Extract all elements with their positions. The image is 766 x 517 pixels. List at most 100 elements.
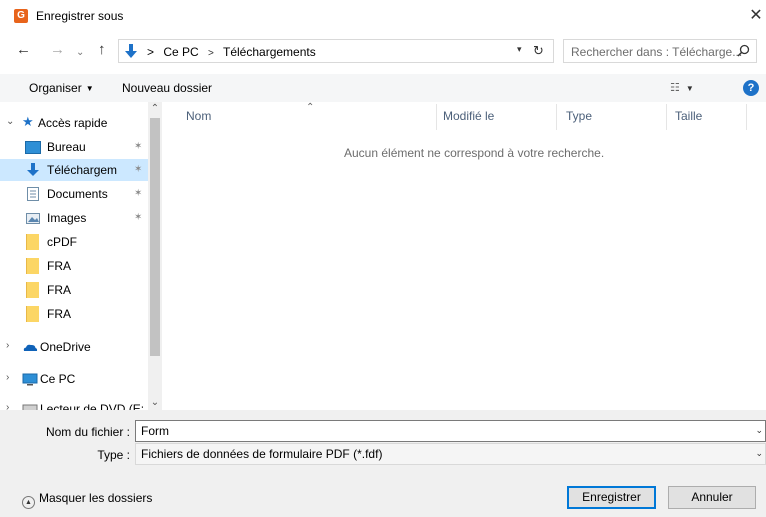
star-icon: ★ bbox=[22, 114, 34, 129]
dvd-drive-icon bbox=[22, 404, 38, 410]
download-icon bbox=[27, 163, 39, 176]
column-header-type[interactable]: Type bbox=[566, 109, 592, 123]
breadcrumb-separator[interactable]: > bbox=[147, 45, 154, 59]
computer-icon bbox=[22, 373, 38, 386]
close-button[interactable]: ✕ bbox=[746, 6, 766, 26]
search-input[interactable]: Rechercher dans : Télécharge... bbox=[563, 39, 757, 63]
pin-icon: ✶ bbox=[134, 188, 143, 199]
hide-folders-label: Masquer les dossiers bbox=[39, 491, 153, 505]
column-divider[interactable] bbox=[556, 104, 557, 130]
expand-icon[interactable]: › bbox=[6, 340, 9, 351]
download-icon bbox=[125, 44, 137, 58]
collapse-icon: ▲ bbox=[22, 496, 35, 509]
command-bar: Organiser ▼ Nouveau dossier ☷ ▼ ? bbox=[0, 74, 766, 102]
new-folder-button[interactable]: Nouveau dossier bbox=[122, 81, 212, 95]
save-fields: Nom du fichier : Form ⌄ Type : Fichiers … bbox=[0, 410, 766, 470]
pin-icon: ✶ bbox=[134, 141, 143, 152]
save-button[interactable]: Enregistrer bbox=[567, 486, 656, 509]
expand-icon[interactable]: ⌄ bbox=[6, 116, 14, 127]
type-label: Type : bbox=[97, 448, 130, 462]
sidebar-item-cpdf[interactable]: cPDF bbox=[0, 231, 148, 253]
sidebar-item-this-pc[interactable]: › Ce PC bbox=[0, 368, 148, 390]
column-divider[interactable] bbox=[666, 104, 667, 130]
sidebar-item-fra[interactable]: FRA bbox=[0, 255, 148, 277]
sidebar-item-label: Documents bbox=[47, 187, 108, 201]
sidebar-item-onedrive[interactable]: › OneDrive bbox=[0, 336, 148, 358]
onedrive-icon bbox=[23, 344, 38, 351]
sidebar-scrollbar[interactable]: ⌃ ⌄ bbox=[148, 102, 162, 410]
scroll-thumb[interactable] bbox=[150, 118, 160, 356]
sidebar-item-label: FRA bbox=[47, 283, 71, 297]
sidebar-item-images[interactable]: Images ✶ bbox=[0, 207, 148, 229]
organise-button[interactable]: Organiser ▼ bbox=[29, 81, 94, 95]
chevron-down-icon[interactable]: ⌄ bbox=[755, 448, 763, 459]
filename-field[interactable]: Form ⌄ bbox=[135, 420, 766, 442]
sidebar-item-label: Images bbox=[47, 211, 87, 225]
chevron-down-icon[interactable]: ⌄ bbox=[755, 425, 763, 436]
column-header-size[interactable]: Taille bbox=[675, 109, 702, 123]
hide-folders-toggle[interactable]: ▲ Masquer les dossiers bbox=[22, 491, 152, 509]
sidebar-item-label: Téléchargem bbox=[47, 163, 118, 177]
sidebar-item-fra[interactable]: FRA bbox=[0, 279, 148, 301]
file-type-value: Fichiers de données de formulaire PDF (*… bbox=[141, 447, 383, 461]
breadcrumb-separator[interactable]: > bbox=[208, 48, 214, 59]
back-button[interactable]: ← bbox=[16, 42, 31, 58]
address-bar[interactable]: > Ce PC > Téléchargements ▾ ↻ bbox=[118, 39, 554, 63]
folder-icon bbox=[26, 258, 39, 274]
sidebar-item-label: Bureau bbox=[47, 140, 86, 154]
search-icon[interactable] bbox=[737, 44, 750, 57]
desktop-icon bbox=[25, 141, 41, 154]
chevron-down-icon: ▼ bbox=[85, 84, 94, 93]
sidebar-item-label: Lecteur de DVD (E: bbox=[40, 402, 145, 410]
cancel-button[interactable]: Annuler bbox=[668, 486, 756, 509]
organise-label: Organiser bbox=[29, 81, 82, 95]
sidebar-item-downloads[interactable]: Téléchargem ✶ bbox=[0, 159, 148, 181]
scroll-up-icon[interactable]: ⌃ bbox=[148, 102, 162, 116]
column-divider[interactable] bbox=[436, 104, 437, 130]
sidebar-item-label: FRA bbox=[47, 259, 71, 273]
folder-icon bbox=[26, 234, 39, 250]
breadcrumb-downloads[interactable]: Téléchargements bbox=[223, 45, 316, 59]
dialog-footer: ▲ Masquer les dossiers Enregistrer Annule… bbox=[0, 470, 766, 517]
expand-icon[interactable]: › bbox=[6, 402, 9, 410]
file-list: ⌃ Nom Modifié le Type Taille Aucun éléme… bbox=[166, 102, 766, 410]
folder-icon bbox=[26, 306, 39, 322]
recent-locations-button[interactable]: ⌄ bbox=[76, 45, 84, 61]
chevron-down-icon: ▼ bbox=[685, 84, 694, 93]
forward-button[interactable]: → bbox=[50, 42, 65, 58]
column-header-modified[interactable]: Modifié le bbox=[443, 109, 494, 123]
up-button[interactable]: ↑ bbox=[98, 42, 106, 58]
expand-icon[interactable]: › bbox=[6, 372, 9, 383]
sort-ascending-icon: ⌃ bbox=[306, 102, 315, 113]
documents-icon bbox=[27, 187, 39, 201]
images-icon bbox=[26, 213, 40, 224]
navigation-pane: ⌄ ★ Accès rapide Bureau ✶ Téléchargem ✶ … bbox=[0, 102, 162, 410]
title-bar: G Enregistrer sous ✕ bbox=[0, 0, 766, 32]
sidebar-item-label: Accès rapide bbox=[38, 116, 108, 130]
sidebar-item-quick-access[interactable]: ⌄ ★ Accès rapide bbox=[0, 112, 148, 134]
help-button[interactable]: ? bbox=[743, 80, 759, 96]
folder-icon bbox=[26, 282, 39, 298]
details-view-icon: ☷ bbox=[670, 82, 680, 94]
empty-state-message: Aucun élément ne correspond à votre rech… bbox=[344, 146, 605, 160]
window-title: Enregistrer sous bbox=[36, 9, 124, 23]
sidebar-item-dvd-drive[interactable]: › Lecteur de DVD (E: bbox=[0, 398, 148, 410]
address-dropdown-icon[interactable]: ▾ bbox=[517, 44, 522, 55]
pin-icon: ✶ bbox=[134, 164, 143, 175]
breadcrumb: > Ce PC > Téléchargements bbox=[147, 45, 316, 59]
scroll-down-icon[interactable]: ⌄ bbox=[148, 396, 162, 410]
sidebar-item-label: OneDrive bbox=[40, 340, 91, 354]
column-header-name[interactable]: Nom bbox=[186, 109, 211, 123]
filename-label: Nom du fichier : bbox=[45, 425, 130, 439]
pin-icon: ✶ bbox=[134, 212, 143, 223]
breadcrumb-this-pc[interactable]: Ce PC bbox=[163, 45, 198, 59]
sidebar-item-bureau[interactable]: Bureau ✶ bbox=[0, 136, 148, 158]
view-options-button[interactable]: ☷ ▼ bbox=[670, 81, 694, 94]
sidebar-item-documents[interactable]: Documents ✶ bbox=[0, 183, 148, 205]
column-divider[interactable] bbox=[746, 104, 747, 130]
file-type-select[interactable]: Fichiers de données de formulaire PDF (*… bbox=[135, 443, 766, 465]
sidebar-item-label: FRA bbox=[47, 307, 71, 321]
refresh-icon[interactable]: ↻ bbox=[533, 43, 544, 59]
sidebar-item-fra[interactable]: FRA bbox=[0, 303, 148, 325]
search-placeholder: Rechercher dans : Télécharge... bbox=[571, 45, 743, 59]
